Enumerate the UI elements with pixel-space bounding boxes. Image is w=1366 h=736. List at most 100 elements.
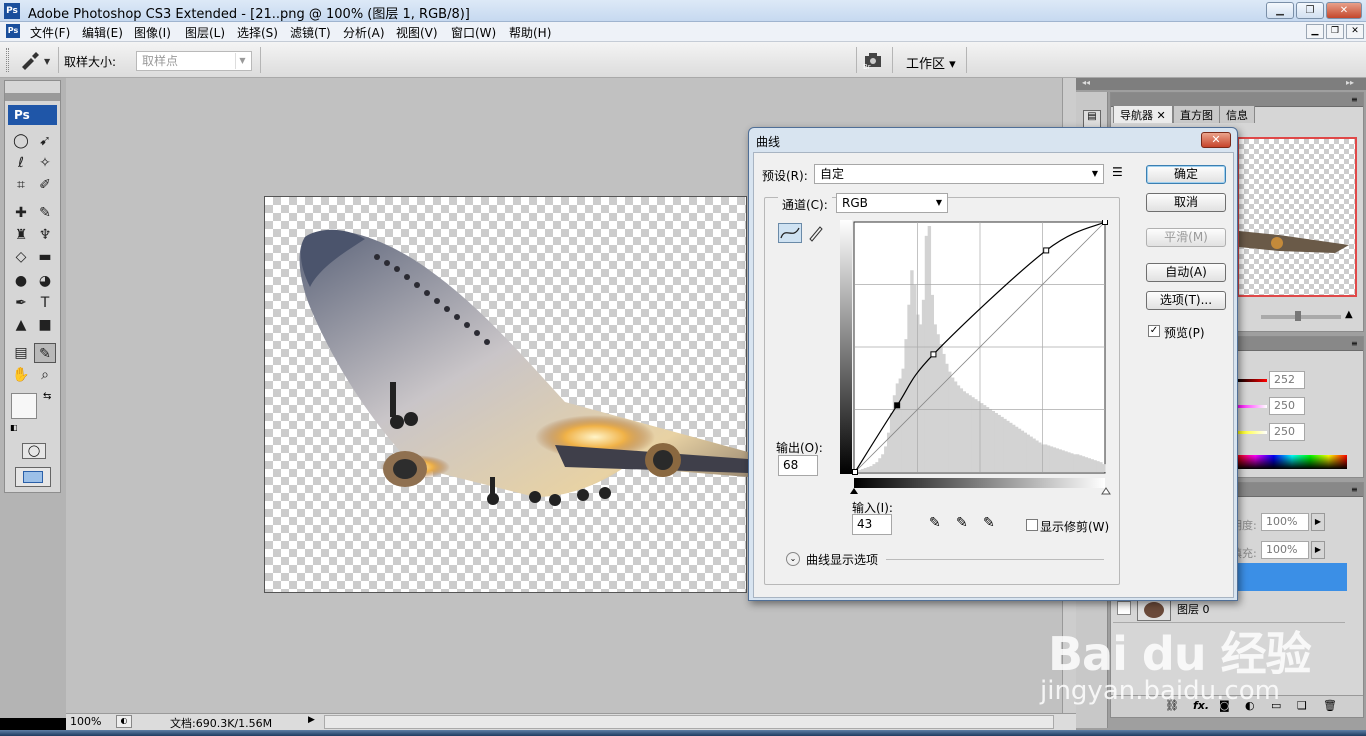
black-point-slider-icon[interactable] xyxy=(850,488,858,494)
eyedropper-icon[interactable]: ✎ xyxy=(34,343,56,363)
curve-display-options-label[interactable]: 曲线显示选项 xyxy=(806,551,878,568)
quick-mask-icon[interactable]: ◯ xyxy=(22,443,46,459)
document-canvas[interactable] xyxy=(264,196,748,593)
menu-analysis[interactable]: 分析(A) xyxy=(343,24,385,41)
preset-options-icon[interactable]: ☰ xyxy=(1112,165,1123,179)
path-selection-icon[interactable]: ▲ xyxy=(10,315,32,335)
color-ramp[interactable] xyxy=(1237,455,1347,469)
auto-button[interactable]: 自动(A) xyxy=(1146,263,1226,282)
black-eyedropper-icon[interactable]: ✎ xyxy=(929,515,941,531)
blue-value[interactable]: 250 xyxy=(1269,423,1305,441)
move-icon[interactable]: ➹ xyxy=(34,131,56,151)
status-arrow-icon[interactable]: ▶ xyxy=(308,715,315,725)
taskbar[interactable] xyxy=(0,730,1366,736)
curve-point[interactable] xyxy=(1102,220,1108,225)
curve-point[interactable] xyxy=(930,351,937,358)
menu-select[interactable]: 选择(S) xyxy=(237,24,278,41)
menu-filter[interactable]: 滤镜(T) xyxy=(290,24,331,41)
zoom-in-icon[interactable]: ▲ xyxy=(1345,309,1353,320)
collapse-right-icon[interactable]: ▸▸ xyxy=(1346,78,1354,87)
output-field[interactable]: 68 xyxy=(778,455,818,476)
opacity-arrow-icon[interactable]: ▶ xyxy=(1311,513,1325,531)
close-button[interactable]: ✕ xyxy=(1326,2,1362,19)
hand-icon[interactable]: ✋ xyxy=(10,365,32,385)
fill-arrow-icon[interactable]: ▶ xyxy=(1311,541,1325,559)
panel-icon-button[interactable]: ▤ xyxy=(1083,110,1101,128)
expand-options-icon[interactable]: ⌄ xyxy=(786,552,800,566)
type-icon[interactable]: T xyxy=(34,293,56,313)
minimize-button[interactable]: ▁ xyxy=(1266,2,1294,19)
layer-row-selected[interactable] xyxy=(1229,563,1347,591)
opacity-value[interactable]: 100% xyxy=(1261,513,1309,531)
doc-minimize-button[interactable]: ▁ xyxy=(1306,24,1324,39)
ok-button[interactable]: 确定 xyxy=(1146,165,1226,184)
foreground-color-swatch[interactable] xyxy=(11,393,37,419)
sample-size-select[interactable]: 取样点 ▼ xyxy=(136,51,252,71)
layers-panel-menu-icon[interactable]: ≡ xyxy=(1351,485,1358,494)
magic-wand-icon[interactable]: ✧ xyxy=(34,153,56,173)
preview-checkbox[interactable]: ✓ xyxy=(1148,325,1160,337)
shape-icon[interactable]: ■ xyxy=(34,315,56,335)
bridge-icon[interactable]: Br xyxy=(862,50,888,71)
clone-stamp-icon[interactable]: ♜ xyxy=(10,225,32,245)
menu-file[interactable]: 文件(F) xyxy=(30,24,70,41)
green-slider[interactable] xyxy=(1237,405,1267,408)
menu-help[interactable]: 帮助(H) xyxy=(509,24,551,41)
panel-menu-icon[interactable]: ≡ xyxy=(1351,95,1358,104)
tab-navigator[interactable]: 导航器 ✕ xyxy=(1113,105,1173,123)
panel-dock-header[interactable] xyxy=(1076,78,1366,90)
new-layer-icon[interactable]: ❑ xyxy=(1297,699,1307,712)
green-value[interactable]: 250 xyxy=(1269,397,1305,415)
blue-slider[interactable] xyxy=(1237,431,1267,434)
menu-layer[interactable]: 图层(L) xyxy=(185,24,225,41)
menu-window[interactable]: 窗口(W) xyxy=(451,24,496,41)
navigator-zoom-slider[interactable] xyxy=(1261,311,1341,321)
channel-select[interactable]: RGB ▼ xyxy=(836,193,948,213)
maximize-button[interactable]: ❐ xyxy=(1296,2,1324,19)
curve-point[interactable] xyxy=(852,469,858,475)
tab-histogram[interactable]: 直方图 xyxy=(1173,105,1220,123)
zoom-level[interactable]: 100% xyxy=(70,715,101,728)
dialog-close-button[interactable]: ✕ xyxy=(1201,132,1231,148)
pencil-tool[interactable] xyxy=(806,223,826,243)
marquee-icon[interactable]: ◯ xyxy=(10,131,32,151)
tool-preset-picker[interactable]: ▼ xyxy=(16,50,54,70)
smooth-button[interactable]: 平滑(M) xyxy=(1146,228,1226,247)
show-clipping-checkbox[interactable] xyxy=(1026,519,1038,531)
blur-icon[interactable]: ● xyxy=(10,271,32,291)
expand-left-icon[interactable]: ◂◂ xyxy=(1082,78,1090,87)
brush-icon[interactable]: ✎ xyxy=(34,203,56,223)
toolbox-logo[interactable]: Ps xyxy=(8,105,57,125)
options-button[interactable]: 选项(T)... xyxy=(1146,291,1226,310)
workspace-button[interactable]: 工作区 ▾ xyxy=(906,53,956,72)
toolbox-header[interactable] xyxy=(5,93,60,101)
red-value[interactable]: 252 xyxy=(1269,371,1305,389)
doc-restore-button[interactable]: ❐ xyxy=(1326,24,1344,39)
curve-point[interactable] xyxy=(1043,247,1050,254)
lasso-icon[interactable]: ℓ xyxy=(10,153,32,173)
color-panel-menu-icon[interactable]: ≡ xyxy=(1351,339,1358,348)
document-icon[interactable]: Ps xyxy=(6,24,20,38)
default-colors-icon[interactable]: ◧ xyxy=(10,423,18,432)
menu-edit[interactable]: 编辑(E) xyxy=(82,24,123,41)
curve-edit-tool[interactable] xyxy=(778,223,802,243)
input-field[interactable]: 43 xyxy=(852,514,892,535)
curve-point-selected[interactable] xyxy=(894,402,901,409)
doc-close-button[interactable]: ✕ xyxy=(1346,24,1364,39)
tab-info[interactable]: 信息 xyxy=(1219,105,1255,123)
dodge-icon[interactable]: ◕ xyxy=(34,271,56,291)
visibility-icon[interactable] xyxy=(1117,601,1131,615)
pen-icon[interactable]: ✒ xyxy=(10,293,32,313)
grip-icon[interactable] xyxy=(6,48,9,72)
crop-icon[interactable]: ⌗ xyxy=(10,175,32,195)
cancel-button[interactable]: 取消 xyxy=(1146,193,1226,212)
white-point-slider-icon[interactable] xyxy=(1101,487,1111,495)
notes-icon[interactable]: ▤ xyxy=(10,343,32,363)
slice-icon[interactable]: ✐ xyxy=(34,175,56,195)
zoom-icon[interactable]: ⌕ xyxy=(34,365,56,385)
fill-value[interactable]: 100% xyxy=(1261,541,1309,559)
eraser-icon[interactable]: ◇ xyxy=(10,247,32,267)
healing-brush-icon[interactable]: ✚ xyxy=(10,203,32,223)
trash-icon[interactable]: 🗑 xyxy=(1323,699,1337,712)
gradient-icon[interactable]: ▬ xyxy=(34,247,56,267)
